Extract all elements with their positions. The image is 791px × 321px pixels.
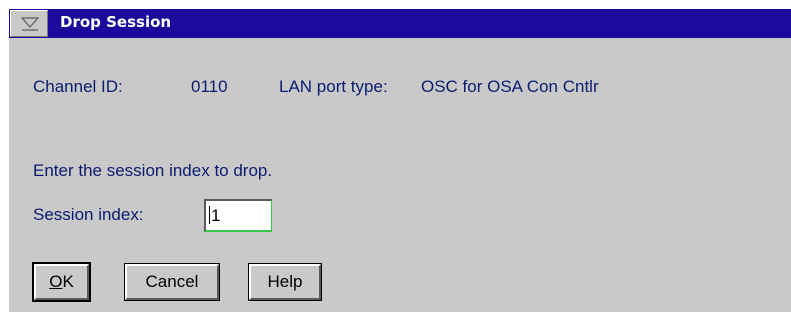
drop-session-dialog: Drop Session Channel ID: 0110 LAN port t… xyxy=(8,8,791,312)
title-bar: Drop Session xyxy=(9,9,791,38)
text-caret xyxy=(209,206,210,224)
channel-id-label: Channel ID: xyxy=(33,77,123,96)
ok-mnemonic: O xyxy=(49,272,63,291)
session-index-value: 1 xyxy=(211,206,221,225)
ok-button[interactable]: OK xyxy=(32,262,91,302)
help-button[interactable]: Help xyxy=(248,263,322,301)
channel-id-value: 0110 xyxy=(191,77,228,96)
session-index-input[interactable]: 1 xyxy=(204,199,272,232)
system-menu-icon xyxy=(21,17,39,31)
session-index-label: Session index: xyxy=(33,205,144,224)
lan-port-type-label: LAN port type: xyxy=(279,77,388,96)
system-menu-button[interactable] xyxy=(10,10,48,37)
cancel-button[interactable]: Cancel xyxy=(124,263,220,301)
instruction-text: Enter the session index to drop. xyxy=(33,161,273,180)
ok-label-rest: K xyxy=(62,272,74,291)
lan-port-type-value: OSC for OSA Con Cntlr xyxy=(421,77,599,96)
window-title: Drop Session xyxy=(60,13,172,31)
